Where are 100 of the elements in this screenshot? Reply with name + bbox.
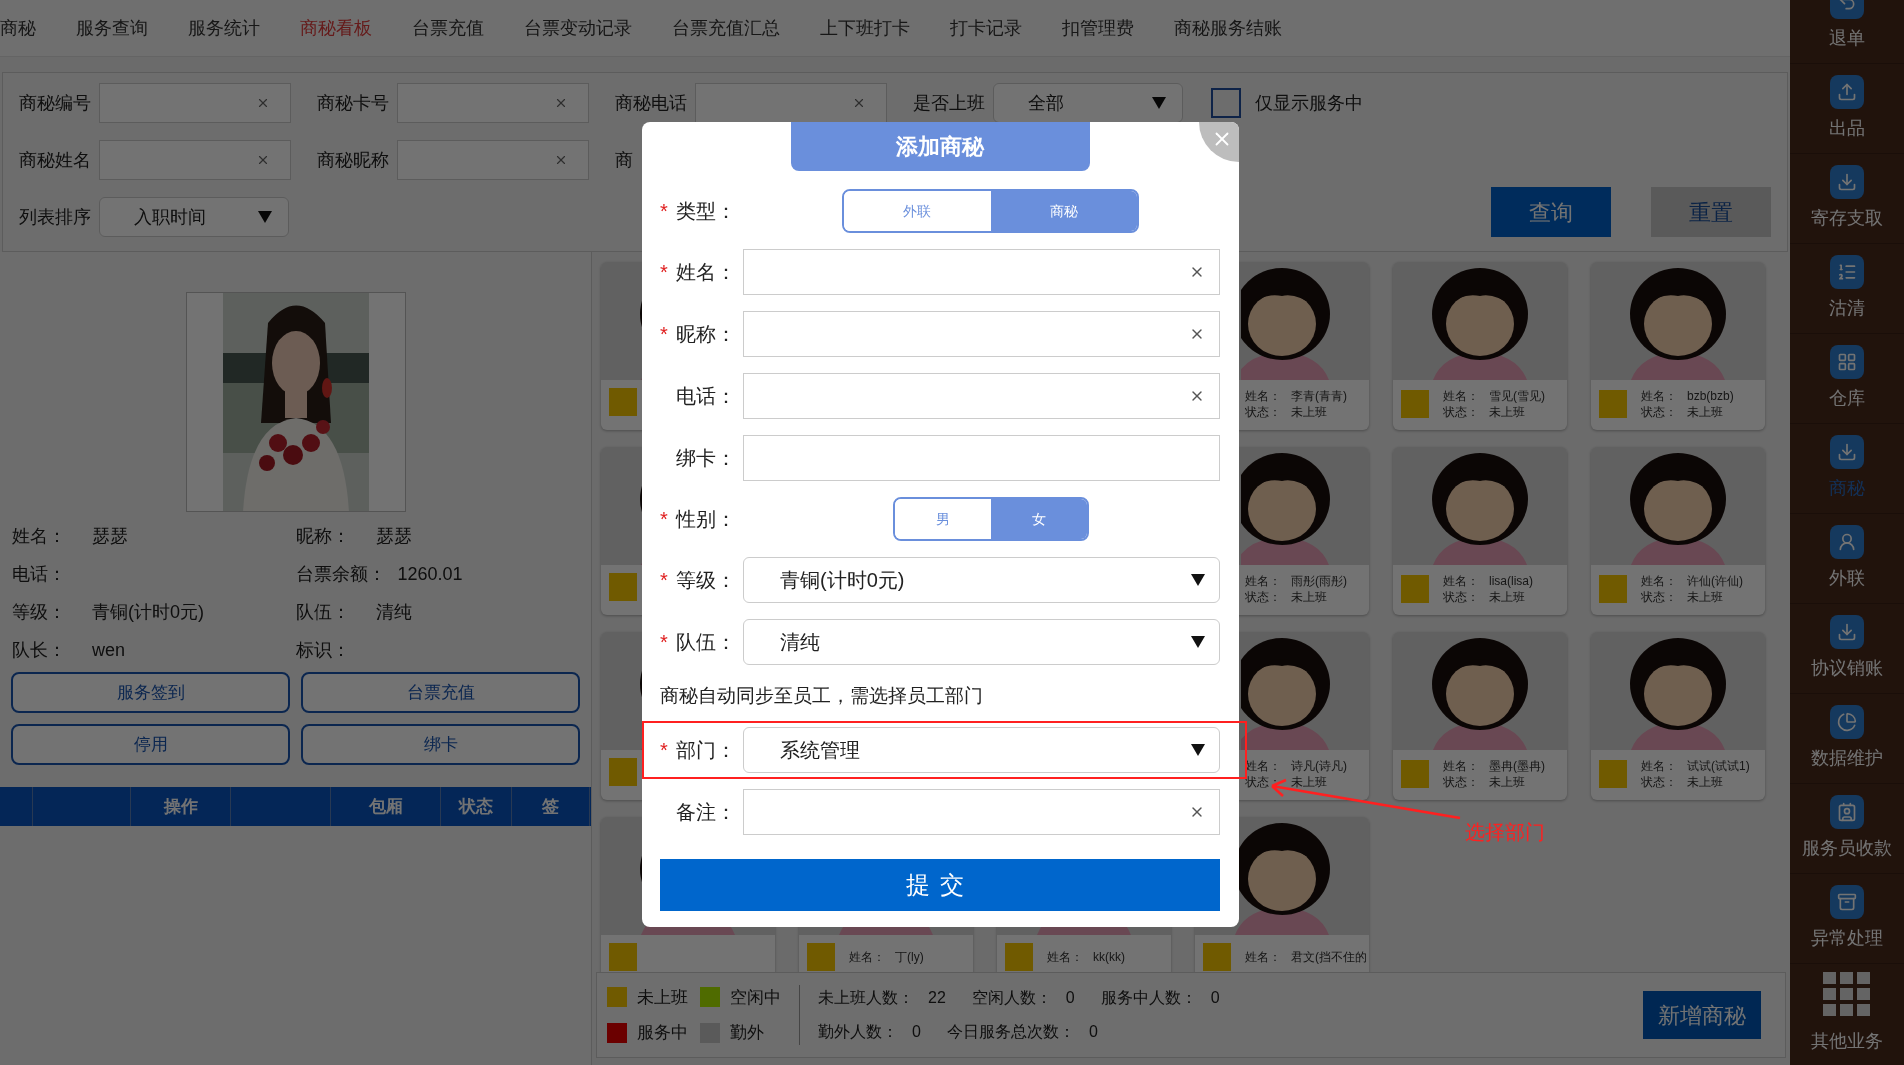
nav-tab[interactable]: 上下班打卡 <box>820 14 910 42</box>
more-button[interactable]: 其他业务 <box>1790 964 1904 1065</box>
card-name: 丁(ly) <box>895 949 924 965</box>
search-button[interactable]: 查询 <box>1491 187 1611 237</box>
sidebar-item[interactable]: 服务员收款 <box>1790 784 1904 874</box>
field-label: 昵称： <box>676 322 736 347</box>
card-label: 姓名： <box>1245 949 1281 965</box>
field-label: 电话： <box>676 384 736 409</box>
segment-option[interactable]: 商秘 <box>990 191 1137 231</box>
action-button[interactable]: 绑卡 <box>301 724 580 765</box>
segment-option[interactable]: 女 <box>990 499 1087 539</box>
legend-label: 服务中 <box>637 1022 688 1044</box>
card-status: 未上班 <box>1687 774 1723 790</box>
sidebar-item[interactable]: 协议销账 <box>1790 604 1904 694</box>
stat-value: 0 <box>1065 988 1075 1008</box>
info-value: 瑟瑟 <box>92 524 128 548</box>
add-button[interactable]: 新增商秘 <box>1643 991 1761 1039</box>
card-name: 许仙(许仙) <box>1687 573 1743 589</box>
staff-card[interactable]: 姓名： 试试(试试1) 状态： 未上班 <box>1591 632 1765 800</box>
card-label: 姓名： <box>849 949 885 965</box>
card-label: 状态： <box>1245 404 1281 420</box>
card-name: kk(kk) <box>1093 949 1125 965</box>
nav-tab[interactable]: 台票充值汇总 <box>672 14 780 42</box>
card-label: 状态： <box>1641 589 1677 605</box>
sidebar-item[interactable]: 寄存支取 <box>1790 154 1904 244</box>
card-status: 未上班 <box>1291 404 1327 420</box>
nav-tab[interactable]: 商秘服务结账 <box>1174 14 1282 42</box>
required-mark: * <box>660 568 668 593</box>
filter-label: 商秘姓名 <box>19 148 91 172</box>
field-label: 绑卡： <box>676 446 736 471</box>
card-name: 墨冉(墨冉) <box>1489 758 1545 774</box>
select-field[interactable]: 青铜(计时0元) <box>743 557 1220 603</box>
filter-select[interactable]: 入职时间 <box>99 197 289 237</box>
sidebar-item[interactable]: 退单 <box>1790 0 1904 64</box>
staff-card[interactable]: 姓名： 墨冉(墨冉) 状态： 未上班 <box>1393 632 1567 800</box>
nav-tab[interactable]: 台票变动记录 <box>524 14 632 42</box>
filter-label: 商秘昵称 <box>317 148 389 172</box>
card-label: 姓名： <box>1443 758 1479 774</box>
card-label: 状态： <box>1245 774 1281 790</box>
staff-card[interactable]: 姓名： 许仙(许仙) 状态： 未上班 <box>1591 447 1765 615</box>
filter-label: 是否上班 <box>913 91 985 115</box>
card-label: 状态： <box>1641 404 1677 420</box>
card-status: 未上班 <box>1291 774 1327 790</box>
stat-label: 服务中人数： <box>1100 988 1197 1008</box>
reset-button[interactable]: 重置 <box>1651 187 1771 237</box>
staff-card[interactable]: 姓名： 雪见(雪见) 状态： 未上班 <box>1393 262 1567 430</box>
select-field[interactable]: 系统管理 <box>743 727 1220 773</box>
field-label: 性别： <box>676 507 736 532</box>
nav-tab[interactable]: 商秘 <box>0 14 36 42</box>
card-name: 雨彤(雨彤) <box>1291 573 1347 589</box>
required-mark: * <box>660 322 668 347</box>
card-label: 状态： <box>1443 589 1479 605</box>
action-button[interactable]: 服务签到 <box>11 672 290 713</box>
card-status: 未上班 <box>1687 404 1723 420</box>
info-label: 等级： <box>12 600 67 624</box>
filter-label: 商秘编号 <box>19 91 91 115</box>
info-value: 瑟瑟 <box>375 524 412 548</box>
sidebar-item[interactable]: 仓库 <box>1790 334 1904 424</box>
staff-card[interactable]: 姓名： lisa(lisa) 状态： 未上班 <box>1393 447 1567 615</box>
nav-tab[interactable]: 扣管理费 <box>1062 14 1134 42</box>
info-label: 电话： <box>12 562 67 586</box>
stat-value: 0 <box>1210 988 1220 1008</box>
nav-tab[interactable]: 服务查询 <box>76 14 148 42</box>
card-label: 姓名： <box>1245 573 1281 589</box>
card-name: 君文(挡不住的 <box>1291 949 1367 965</box>
stat-label: 空闲人数： <box>971 988 1052 1008</box>
nav-tab[interactable]: 台票充值 <box>412 14 484 42</box>
sidebar-item[interactable]: 沽清 <box>1790 244 1904 334</box>
card-label: 姓名： <box>1641 388 1677 404</box>
annotation-text: 选择部门 <box>1465 820 1545 845</box>
field-label: 等级： <box>676 568 736 593</box>
stat-label: 勤外人数： <box>818 1022 898 1042</box>
legend-label: 未上班 <box>637 986 688 1009</box>
nav-tab[interactable]: 打卡记录 <box>950 14 1022 42</box>
sidebar-item[interactable]: 出品 <box>1790 64 1904 154</box>
required-mark: * <box>660 260 668 285</box>
info-label: 队长： <box>12 638 67 662</box>
nav-tab[interactable]: 服务统计 <box>188 14 260 42</box>
info-label: 标识： <box>295 638 351 662</box>
card-label: 姓名： <box>1641 573 1677 589</box>
filter-select[interactable]: 全部 <box>993 83 1183 123</box>
action-button[interactable]: 停用 <box>11 724 290 765</box>
sidebar-item[interactable]: 异常处理 <box>1790 874 1904 964</box>
column-header: 状态 <box>459 795 493 818</box>
select-field[interactable]: 清纯 <box>743 619 1220 665</box>
action-button[interactable]: 台票充值 <box>301 672 580 713</box>
nav-tab[interactable]: 商秘看板 <box>300 14 372 42</box>
submit-button[interactable]: 提交 <box>660 859 1220 911</box>
card-label: 状态： <box>1641 774 1677 790</box>
staff-card[interactable]: 姓名： bzb(bzb) 状态： 未上班 <box>1591 262 1765 430</box>
sidebar-item[interactable]: 数据维护 <box>1790 694 1904 784</box>
filter-label: 商 <box>615 148 633 172</box>
card-label: 姓名： <box>1047 949 1083 965</box>
sidebar-item[interactable]: 外联 <box>1790 514 1904 604</box>
field-label: 姓名： <box>676 260 736 285</box>
card-status: 未上班 <box>1489 404 1525 420</box>
column-header: 签 <box>542 795 559 818</box>
info-label: 姓名： <box>12 524 67 548</box>
info-value: wen <box>92 638 126 662</box>
card-name: bzb(bzb) <box>1687 388 1734 404</box>
